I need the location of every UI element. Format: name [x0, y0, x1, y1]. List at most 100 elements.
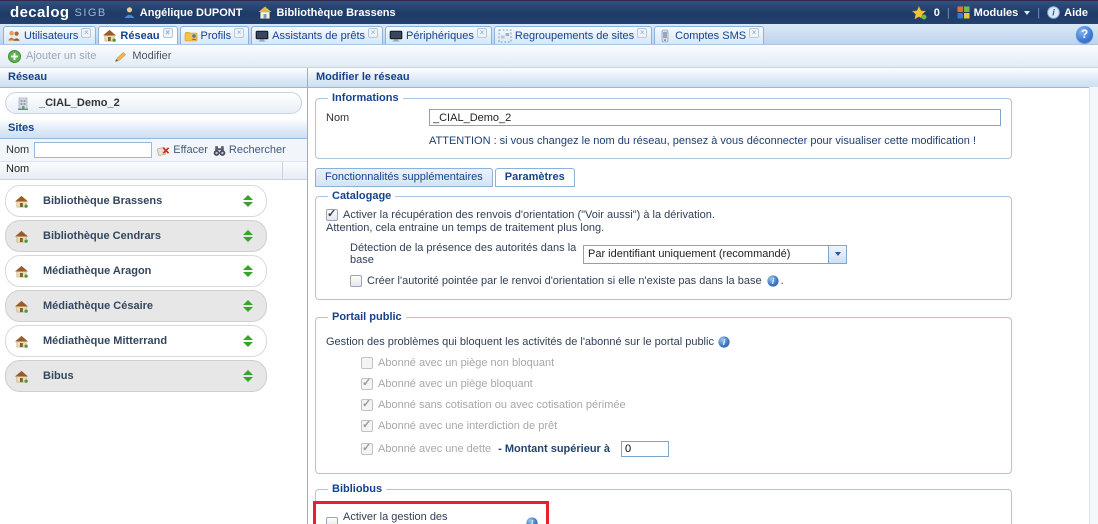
portail-option-abonne-avec-une-interdiction-de-pret-checkbox — [361, 420, 373, 432]
sort-down-icon — [243, 307, 253, 312]
tab-assistants-de-prets[interactable]: Assistants de prêts× — [251, 26, 383, 44]
site-row-bibliotheque-cendrars[interactable]: Bibliothèque Cendrars — [5, 220, 267, 252]
sort-up-icon — [243, 335, 253, 340]
reorder-arrows[interactable] — [243, 300, 253, 312]
detection-selected-value: Par identifiant uniquement (recommandé) — [584, 246, 828, 263]
tab-bar: Utilisateurs×Réseau×Profils×Assistants d… — [0, 24, 1098, 45]
tab-reseau[interactable]: Réseau × — [98, 26, 177, 44]
site-row-mediatheque-mitterrand[interactable]: Médiathèque Mitterrand — [5, 325, 267, 357]
tab-parametres[interactable]: Paramètres — [495, 168, 575, 187]
tab-close-icon[interactable]: × — [81, 28, 91, 38]
tab-label: Réseau — [120, 30, 159, 42]
site-row-bibliotheque-brassens[interactable]: Bibliothèque Brassens — [5, 185, 267, 217]
site-name: Médiathèque Aragon — [43, 265, 243, 277]
tab-profils[interactable]: Profils× — [180, 26, 250, 44]
app-logo-suffix: SIGB — [74, 7, 106, 19]
catalogage-legend: Catalogage — [328, 190, 395, 202]
tab-close-icon[interactable]: × — [163, 28, 173, 38]
portail-option-abonne-sans-cotisation-ou-avec-cotisation-perimee-row: Abonné sans cotisation ou avec cotisatio… — [361, 399, 1001, 411]
scrollbar-track[interactable] — [1089, 87, 1098, 524]
portail-option-abonne-avec-une-dette-bold-label: - Montant supérieur à — [498, 443, 610, 455]
site-search-bar: Nom Effacer Rechercher — [0, 139, 307, 162]
portail-option-abonne-avec-une-dette-label: Abonné avec une dette — [378, 443, 491, 455]
sort-up-icon — [243, 300, 253, 305]
tab-bar-tabs: Utilisateurs×Réseau×Profils×Assistants d… — [2, 26, 765, 44]
home-icon — [14, 265, 29, 278]
info-icon: i — [526, 517, 538, 524]
site-search-input[interactable] — [34, 142, 152, 158]
users-icon — [7, 29, 21, 43]
sort-down-icon — [243, 237, 253, 242]
add-site-button[interactable]: Ajouter un site — [8, 50, 96, 63]
current-site[interactable]: Bibliothèque Brassens — [258, 6, 395, 19]
portail-option-abonne-avec-un-piege-non-bloquant-checkbox — [361, 357, 373, 369]
tab-fonctionnalites-supplementaires[interactable]: Fonctionnalités supplémentaires — [315, 168, 493, 187]
site-name: Médiathèque Mitterrand — [43, 335, 243, 347]
favorites-star-icon[interactable] — [912, 6, 927, 20]
tab-label: Comptes SMS — [675, 30, 746, 42]
site-row-mediatheque-cesaire[interactable]: Médiathèque Césaire — [5, 290, 267, 322]
detection-select[interactable]: Par identifiant uniquement (recommandé) — [583, 245, 847, 264]
site-group-icon — [498, 29, 512, 43]
tab-close-icon[interactable]: × — [477, 28, 487, 38]
reorder-arrows[interactable] — [243, 195, 253, 207]
sort-down-icon — [243, 342, 253, 347]
create-authority-checkbox[interactable] — [350, 275, 362, 287]
detail-panel: Modifier le réseau Informations Nom ATTE… — [308, 68, 1098, 524]
column-name: Nom — [0, 162, 283, 179]
network-panel-header: Réseau — [0, 68, 307, 88]
clear-search-button[interactable]: Effacer — [157, 144, 208, 157]
amount-input[interactable] — [621, 441, 669, 457]
search-button[interactable]: Rechercher — [213, 144, 286, 157]
modules-grid-icon — [957, 6, 970, 19]
name-field-label: Nom — [326, 109, 429, 124]
reorder-arrows[interactable] — [243, 230, 253, 242]
sort-up-icon — [243, 195, 253, 200]
detection-label: Détection de la présence des autorités d… — [350, 242, 583, 266]
tab-label: Fonctionnalités supplémentaires — [325, 171, 483, 183]
reorder-arrows[interactable] — [243, 265, 253, 277]
info-help-icon: i — [1047, 6, 1060, 19]
authority-detection-row: Détection de la présence des autorités d… — [350, 242, 1001, 266]
network-name-input[interactable] — [429, 109, 1001, 126]
site-list: Bibliothèque BrassensBibliothèque Cendra… — [0, 180, 307, 524]
portail-option-abonne-sans-cotisation-ou-avec-cotisation-perimee-checkbox — [361, 399, 373, 411]
informations-legend: Informations — [328, 92, 403, 104]
tab-peripheriques[interactable]: Périphériques× — [385, 26, 492, 44]
portail-option-abonne-avec-une-dette-row: Abonné avec une dette - Montant supérieur… — [361, 441, 1001, 457]
reorder-arrows[interactable] — [243, 335, 253, 347]
tab-close-icon[interactable]: × — [749, 28, 759, 38]
home-icon — [14, 195, 29, 208]
tab-close-icon[interactable]: × — [368, 28, 378, 38]
site-list-column-header: Nom — [0, 162, 307, 180]
help-button[interactable]: ? — [1076, 26, 1093, 43]
network-name-row: Nom — [326, 109, 1001, 126]
tab-label: Périphériques — [406, 30, 474, 42]
left-panel: Réseau _CIAL_Demo_2 Sites Nom Effacer Re… — [0, 68, 308, 524]
tab-label: Utilisateurs — [24, 30, 78, 42]
bibliobus-option-activer-la-gestion-des-regroupements-d-arrets-checkbox[interactable] — [326, 517, 338, 524]
portail-option-abonne-avec-une-interdiction-de-pret-row: Abonné avec une interdiction de prêt — [361, 420, 1001, 432]
portail-options: Abonné avec un piège non bloquantAbonné … — [361, 357, 1001, 457]
current-user[interactable]: Angélique DUPONT — [123, 6, 243, 19]
tab-close-icon[interactable]: × — [234, 28, 244, 38]
home-icon — [14, 230, 29, 243]
separator: | — [1037, 7, 1040, 19]
tab-regroupements-de-sites[interactable]: Regroupements de sites× — [494, 26, 652, 44]
modify-button[interactable]: Modifier — [114, 50, 171, 63]
tab-comptes-sms[interactable]: Comptes SMS× — [654, 26, 764, 44]
modules-menu[interactable]: Modules — [957, 6, 1031, 19]
site-row-mediatheque-aragon[interactable]: Médiathèque Aragon — [5, 255, 267, 287]
site-row-bibus[interactable]: Bibus — [5, 360, 267, 392]
reorder-arrows[interactable] — [243, 370, 253, 382]
tab-utilisateurs[interactable]: Utilisateurs× — [3, 26, 96, 44]
derivation-note: Attention, cela entraine un temps de tra… — [326, 222, 1001, 234]
network-item[interactable]: _CIAL_Demo_2 — [5, 92, 302, 114]
help-menu[interactable]: i Aide — [1047, 6, 1088, 19]
derivation-checkbox[interactable] — [326, 209, 338, 221]
portail-option-abonne-avec-une-interdiction-de-pret-label: Abonné avec une interdiction de prêt — [378, 420, 557, 432]
binoculars-icon — [213, 144, 226, 157]
tab-close-icon[interactable]: × — [637, 28, 647, 38]
detection-select-button[interactable] — [828, 246, 846, 263]
info-icon: i — [718, 336, 730, 348]
